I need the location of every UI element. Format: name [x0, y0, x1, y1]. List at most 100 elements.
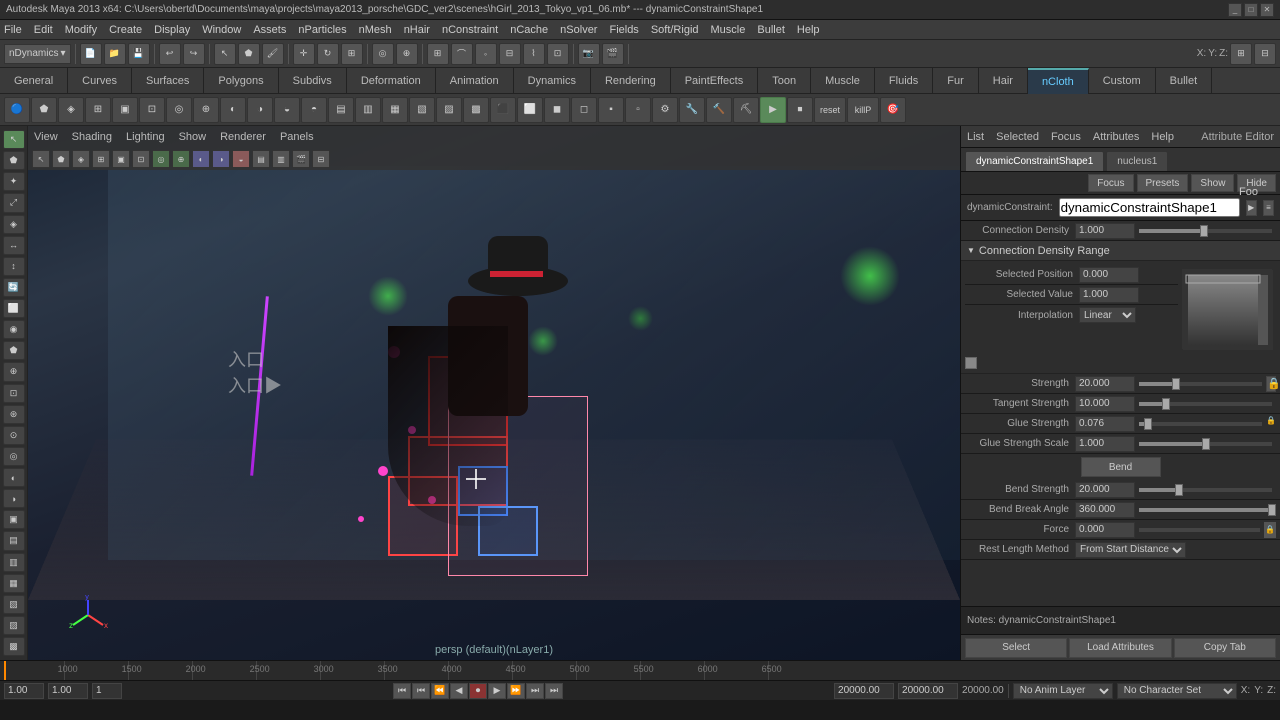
redo-button[interactable]: ↪	[183, 43, 205, 65]
ncloth-tool-23[interactable]: ▪	[598, 97, 624, 123]
left-tool-24[interactable]: ▨	[3, 616, 25, 635]
ae-content-area[interactable]: Connection Density ▼ Connection Density …	[961, 221, 1280, 606]
tab-deformation[interactable]: Deformation	[347, 68, 436, 94]
vp-btn-12[interactable]: ▤	[252, 150, 270, 168]
viewport-menu-renderer[interactable]: Renderer	[220, 131, 266, 143]
create-ncloth[interactable]: 🔵	[4, 97, 30, 123]
tab-rendering[interactable]: Rendering	[591, 68, 671, 94]
tangent-strength-input[interactable]	[1075, 396, 1135, 412]
strength-lock[interactable]: 🔒	[1266, 376, 1276, 392]
timeline-playhead[interactable]	[4, 661, 6, 680]
left-tool-13[interactable]: ⊡	[3, 384, 25, 403]
ncloth-tool-20[interactable]: ⬜	[517, 97, 543, 123]
constraint-menu-btn[interactable]: ≡	[1263, 200, 1274, 216]
viewport-menu-panels[interactable]: Panels	[280, 131, 314, 143]
menu-ncache[interactable]: nCache	[510, 24, 548, 36]
tangent-strength-thumb[interactable]	[1162, 398, 1170, 410]
show-manip-tool[interactable]: ⊕	[396, 43, 418, 65]
ncloth-tool-21[interactable]: ◼	[544, 97, 570, 123]
next-frame-btn[interactable]: ⏩	[507, 683, 525, 699]
left-tool-6[interactable]: ↔	[3, 236, 25, 255]
prev-key-btn[interactable]: ⏮	[412, 683, 430, 699]
soft-mod-tool[interactable]: ◎	[372, 43, 394, 65]
scale-tool[interactable]: ⊞	[341, 43, 363, 65]
tab-dynamics[interactable]: Dynamics	[514, 68, 591, 94]
ncloth-tool-6[interactable]: ⊡	[139, 97, 165, 123]
ncloth-tool-3[interactable]: ◈	[58, 97, 84, 123]
select-bottom-btn[interactable]: Select	[965, 638, 1067, 658]
focus-button[interactable]: Focus	[1088, 174, 1133, 192]
ae-tab-shape[interactable]: dynamicConstraintShape1	[965, 151, 1104, 171]
vp-btn-3[interactable]: ◈	[72, 150, 90, 168]
ae-attributes-btn[interactable]: Attributes	[1093, 131, 1139, 143]
menu-nconstraint[interactable]: nConstraint	[442, 24, 498, 36]
time-current-input[interactable]	[48, 683, 88, 699]
left-tool-12[interactable]: ⊕	[3, 362, 25, 381]
vp-btn-frame[interactable]: ⊟	[312, 150, 330, 168]
select-tool[interactable]: ↖	[214, 43, 236, 65]
menu-help[interactable]: Help	[797, 24, 820, 36]
select-mode-btn[interactable]: ↖	[3, 130, 25, 149]
bend-strength-thumb[interactable]	[1175, 484, 1183, 496]
viewport-menu-shading[interactable]: Shading	[72, 131, 112, 143]
tab-surfaces[interactable]: Surfaces	[132, 68, 204, 94]
tab-fluids[interactable]: Fluids	[875, 68, 933, 94]
ncloth-tool-25[interactable]: ⚙	[652, 97, 678, 123]
undo-button[interactable]: ↩	[159, 43, 181, 65]
hide-button[interactable]: Hide	[1237, 174, 1276, 192]
vp-select-btn[interactable]: ↖	[32, 150, 50, 168]
strength-slider[interactable]	[1139, 382, 1262, 386]
ncloth-tool-18[interactable]: ▩	[463, 97, 489, 123]
bend-strength-slider[interactable]	[1139, 488, 1272, 492]
ncloth-tool-13[interactable]: ▤	[328, 97, 354, 123]
bend-strength-input[interactable]	[1075, 482, 1135, 498]
left-tool-10[interactable]: ◉	[3, 320, 25, 339]
glue-ss-thumb[interactable]	[1202, 438, 1210, 450]
ncloth-tool-30[interactable]: ⏹	[787, 97, 813, 123]
menu-nsolver[interactable]: nSolver	[560, 24, 597, 36]
left-tool-8[interactable]: 🔄	[3, 278, 25, 297]
tab-custom[interactable]: Custom	[1089, 68, 1156, 94]
ae-help-btn[interactable]: Help	[1151, 131, 1174, 143]
save-file-button[interactable]: 💾	[128, 43, 150, 65]
ae-focus-btn[interactable]: Focus	[1051, 131, 1081, 143]
glue-strength-scale-input[interactable]	[1075, 436, 1135, 452]
tangent-strength-slider[interactable]	[1139, 402, 1272, 406]
left-tool-20[interactable]: ▤	[3, 531, 25, 550]
ncloth-tool-extra[interactable]: 🎯	[880, 97, 906, 123]
constraint-arrow-btn[interactable]: ▶	[1246, 200, 1257, 216]
snap-curve[interactable]: ⌒	[451, 43, 473, 65]
maximize-button[interactable]: □	[1244, 3, 1258, 17]
connection-density-thumb[interactable]	[1200, 225, 1208, 237]
interpolation-select[interactable]: Linear Smooth Spline	[1079, 307, 1136, 323]
menu-nhair[interactable]: nHair	[404, 24, 430, 36]
ncloth-tool-8[interactable]: ⊕	[193, 97, 219, 123]
left-tool-19[interactable]: ▣	[3, 510, 25, 529]
left-tool-22[interactable]: ▦	[3, 574, 25, 593]
anim-layer-select[interactable]: No Anim Layer	[1013, 683, 1113, 699]
connection-density-range-header[interactable]: ▼ Connection Density Range	[961, 241, 1280, 261]
ncloth-tool-5[interactable]: ▣	[112, 97, 138, 123]
strength-input[interactable]	[1075, 376, 1135, 392]
force-slider[interactable]	[1139, 528, 1260, 532]
timeline-area[interactable]: 1000 1500 2000 2500 3000 3500 4000 4500 …	[0, 660, 1280, 680]
left-tool-16[interactable]: ◎	[3, 447, 25, 466]
tab-painteffects[interactable]: PaintEffects	[671, 68, 759, 94]
left-tool-9[interactable]: ⬜	[3, 299, 25, 318]
ipr-button[interactable]: 🎬	[602, 43, 624, 65]
rotate-tool[interactable]: ↻	[317, 43, 339, 65]
tab-hair[interactable]: Hair	[979, 68, 1028, 94]
ncloth-tool-11[interactable]: ◒	[274, 97, 300, 123]
tab-fur[interactable]: Fur	[933, 68, 979, 94]
close-button[interactable]: ✕	[1260, 3, 1274, 17]
left-tool-23[interactable]: ▧	[3, 595, 25, 614]
left-tool-4[interactable]: ⤢	[3, 193, 25, 212]
left-tool-25[interactable]: ▩	[3, 637, 25, 656]
glue-lock[interactable]: 🔒	[1266, 416, 1276, 432]
viewport[interactable]: 入口入口▶ View Shading Lighting Show Rendere…	[28, 126, 960, 660]
lasso-tool[interactable]: ⬟	[238, 43, 260, 65]
menu-nmesh[interactable]: nMesh	[359, 24, 392, 36]
play-back-btn[interactable]: ◀	[450, 683, 468, 699]
ncloth-tool-14[interactable]: ▥	[355, 97, 381, 123]
tab-bullet[interactable]: Bullet	[1156, 68, 1213, 94]
